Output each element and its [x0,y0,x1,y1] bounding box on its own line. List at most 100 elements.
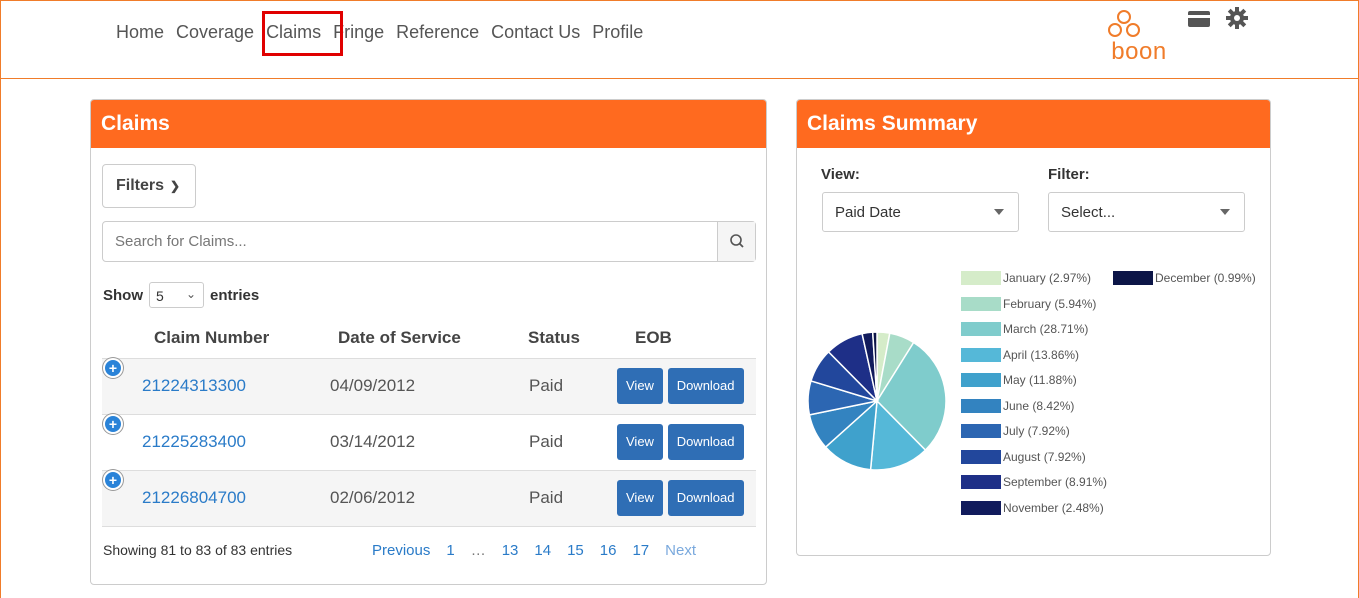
filter-dropdown-value: Select... [1061,204,1116,221]
legend-swatch [961,424,1001,438]
view-dropdown[interactable]: Paid Date [822,192,1019,232]
summary-panel-title: Claims Summary [797,100,1270,148]
column-header[interactable]: Status [522,318,617,359]
legend-label: December (0.99%) [1155,271,1256,285]
claims-table: Claim Number Date of Service Status EOB … [102,318,756,527]
legend-label: November (2.48%) [1003,500,1104,515]
legend-item[interactable]: July (7.92%) [961,424,1070,438]
legend-item[interactable]: November (2.48%) [961,500,1104,515]
boon-logo-mark [1108,10,1140,37]
search-button[interactable] [717,222,755,261]
pager-page[interactable]: 14 [534,542,551,559]
pager-page[interactable]: 15 [567,542,584,559]
legend-swatch [961,500,1001,515]
table-row: + 21226804700 02/06/2012 Paid View Downl… [102,470,756,527]
legend-label: August (7.92%) [1003,449,1086,464]
claim-status: Paid [522,470,617,527]
claim-status: Paid [522,358,617,415]
claim-number-link[interactable]: 21225283400 [142,432,246,451]
column-header[interactable]: Date of Service [327,318,522,359]
legend-swatch [961,322,1001,336]
pagination: Previous 1 … 13 14 15 16 17 Next [372,542,696,559]
column-header[interactable]: EOB [617,318,756,359]
download-eob-button[interactable]: Download [667,480,744,516]
download-eob-button[interactable]: Download [667,368,744,404]
date-of-service: 03/14/2012 [327,414,522,471]
claim-number-link[interactable]: 21226804700 [142,488,246,507]
expand-row-icon[interactable]: + [105,416,121,432]
claim-status: Paid [522,414,617,471]
nav-contact-us[interactable]: Contact Us [491,22,580,43]
claim-number-link[interactable]: 21224313300 [142,376,246,395]
nav-home[interactable]: Home [116,22,164,43]
legend-item[interactable]: April (13.86%) [961,347,1079,362]
column-header[interactable]: Claim Number [142,318,327,359]
legend-item[interactable]: March (28.71%) [961,322,1088,336]
table-footer: Showing 81 to 83 of 83 entries Previous … [103,542,753,559]
pager-previous[interactable]: Previous [372,542,430,559]
table-row: + 21224313300 04/09/2012 Paid View Downl… [102,358,756,415]
nav-coverage[interactable]: Coverage [176,22,254,43]
date-of-service: 04/09/2012 [327,358,522,415]
boon-logo[interactable]: boon [1104,8,1174,70]
view-eob-button[interactable]: View [617,480,663,516]
pager-page[interactable]: 1 [446,542,454,559]
claims-panel: Claims Filters ❯ Show 5 ⌄ entries Claim N… [90,99,767,585]
expand-row-icon[interactable]: + [105,472,121,488]
gear-icon[interactable] [1225,6,1249,30]
legend-item[interactable]: June (8.42%) [961,398,1074,413]
id-card-icon[interactable] [1188,11,1210,27]
view-label: View: [821,166,860,183]
chevron-down-icon: ⌄ [185,287,196,301]
legend-item[interactable]: August (7.92%) [961,449,1086,464]
legend-item[interactable]: September (8.91%) [961,475,1107,489]
date-of-service: 02/06/2012 [327,470,522,527]
legend-swatch [961,449,1001,464]
download-eob-button[interactable]: Download [667,424,744,460]
view-eob-button[interactable]: View [617,368,663,404]
nav-profile[interactable]: Profile [592,22,643,43]
main-menu: Home Coverage Claims Fringe Reference Co… [116,22,655,43]
show-label: Show [103,286,143,304]
filters-button[interactable]: Filters ❯ [102,164,196,208]
legend-label: March (28.71%) [1003,322,1089,336]
legend-label: May (11.88%) [1003,373,1077,387]
table-row: + 21225283400 03/14/2012 Paid View Downl… [102,414,756,471]
legend-item[interactable]: December (0.99%) [1113,271,1256,285]
pager-next[interactable]: Next [665,542,696,559]
filters-label: Filters [116,177,165,194]
pager-page[interactable]: 13 [502,542,519,559]
logo-wordmark: boon [1111,38,1167,65]
filter-dropdown[interactable]: Select... [1048,192,1245,232]
claims-panel-title: Claims [91,100,766,148]
pager-page-current[interactable]: 17 [632,542,649,559]
legend-label: July (7.92%) [1003,424,1070,438]
legend-item[interactable]: January (2.97%) [961,271,1091,285]
active-nav-highlight [262,11,343,56]
filter-label: Filter: [1048,166,1090,183]
claims-pie-chart [807,331,947,471]
legend-swatch [961,347,1001,362]
pager-page[interactable]: 16 [600,542,617,559]
entries-select[interactable]: 5 ⌄ [149,282,204,308]
pager-ellipsis: … [470,542,486,559]
view-eob-button[interactable]: View [617,424,663,460]
top-navigation: Home Coverage Claims Fringe Reference Co… [0,0,1359,79]
entries-length-control: Show 5 ⌄ entries [103,282,259,308]
legend-swatch [1113,271,1153,285]
search-icon [730,234,744,248]
entries-label: entries [210,286,260,304]
claims-search [102,221,756,262]
expand-row-icon[interactable]: + [105,360,121,376]
chevron-down-icon: ❯ [170,179,181,193]
legend-label: February (5.94%) [1003,296,1097,311]
legend-swatch [961,475,1001,489]
legend-label: January (2.97%) [1003,271,1092,285]
nav-reference[interactable]: Reference [396,22,479,43]
legend-swatch [961,296,1001,311]
table-header-row: Claim Number Date of Service Status EOB [102,318,756,359]
search-input[interactable] [103,222,717,261]
legend-item[interactable]: February (5.94%) [961,296,1097,311]
entries-info: Showing 81 to 83 of 83 entries [103,542,293,558]
legend-item[interactable]: May (11.88%) [961,373,1077,387]
